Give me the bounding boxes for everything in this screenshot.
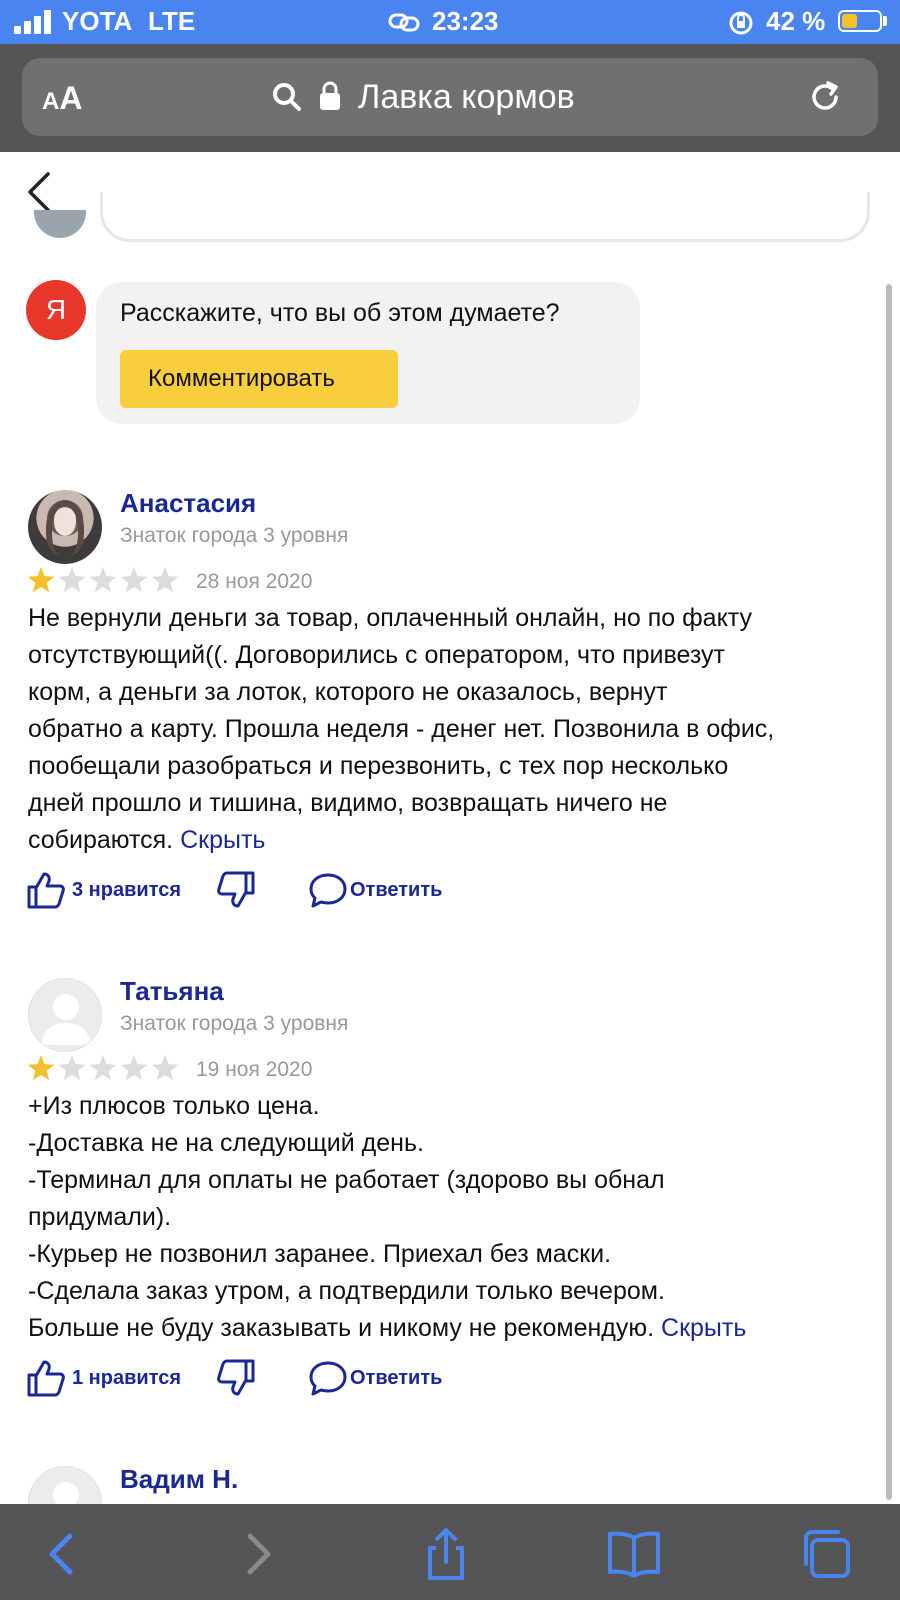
link-icon [388, 13, 420, 32]
speech-bubble-icon [309, 873, 347, 908]
previous-avatar-fragment [34, 210, 86, 238]
reply-button[interactable]: Ответить [308, 1356, 458, 1400]
comment-prompt-question: Расскажите, что вы об этом думаете? [120, 299, 560, 327]
thumbs-down-icon [217, 1359, 255, 1396]
lock-icon [320, 81, 340, 110]
text-size-small-a: A [42, 88, 60, 115]
dislike-button[interactable] [216, 868, 258, 912]
browser-toolbar [0, 1504, 900, 1600]
browser-address-bar: AA Лавка кормов [0, 44, 900, 152]
carrier-name: YOTA [62, 6, 133, 36]
review-text-line: +Из плюсов только цена. [28, 1092, 320, 1120]
review-text-line: обратно а карту. Прошла неделя - денег н… [28, 715, 775, 743]
battery-icon [838, 10, 882, 32]
hide-review-link[interactable]: Скрыть [661, 1314, 746, 1342]
back-chevron-icon[interactable] [24, 170, 54, 214]
star-empty-icon [151, 567, 179, 593]
review-text-line: -Терминал для оплаты не работает (здоров… [28, 1166, 665, 1194]
review-text-line: Не вернули деньги за товар, оплаченный о… [28, 604, 753, 632]
signal-icon [14, 10, 51, 34]
star-empty-icon [89, 567, 117, 593]
star-filled-icon [27, 567, 55, 593]
default-user-icon [53, 1482, 79, 1504]
reload-icon[interactable] [806, 78, 844, 116]
search-icon [273, 83, 301, 111]
url-field[interactable]: AA Лавка кормов [22, 58, 878, 136]
review-text-line: собираются. [28, 826, 174, 854]
site-title: Лавка кормов [358, 78, 575, 116]
review-author[interactable]: Вадим Н. [120, 1464, 238, 1495]
avatar[interactable] [28, 1466, 102, 1504]
comment-button[interactable]: Комментировать [120, 350, 398, 408]
back-arrow-icon[interactable] [36, 1526, 92, 1582]
review-text: Не вернули деньги за товар, оплаченный о… [28, 600, 878, 859]
like-count: 3 нравится [72, 879, 182, 901]
review-text-line: корм, а деньги за лоток, которого не ока… [28, 678, 668, 706]
comment-button-label: Комментировать [148, 365, 335, 392]
thumbs-up-icon [27, 1360, 65, 1397]
like-button[interactable]: 1 нравится [26, 1356, 194, 1400]
thumbs-down-icon [217, 871, 255, 908]
review-text-line: отсутствующий((. Договорились с оператор… [28, 641, 725, 669]
clock: 23:23 [432, 6, 499, 36]
review-text-line: дней прошло и тишина, видимо, возвращать… [28, 789, 668, 817]
reply-label: Ответить [350, 879, 443, 901]
star-empty-icon [151, 1055, 179, 1081]
review-author[interactable]: Татьяна [120, 976, 224, 1007]
scrollbar[interactable] [886, 284, 892, 1500]
review-text-line: придумали). [28, 1203, 172, 1231]
star-empty-icon [58, 567, 86, 593]
star-empty-icon [89, 1055, 117, 1081]
previous-comment-fragment [100, 192, 870, 242]
star-filled-icon [27, 1055, 55, 1081]
review-text-line: -Сделала заказ утром, а подтвердили толь… [28, 1277, 665, 1305]
like-button[interactable]: 3 нравится [26, 868, 194, 912]
text-size-button[interactable]: AA [42, 80, 82, 117]
avatar[interactable] [28, 978, 102, 1052]
review-date: 19 ноя 2020 [196, 1058, 313, 1081]
default-user-icon [41, 994, 91, 1045]
star-empty-icon [120, 567, 148, 593]
orientation-lock-icon [729, 11, 753, 35]
review-text-line: -Курьер не позвонил заранее. Приехал без… [28, 1240, 612, 1268]
tabs-icon[interactable] [798, 1526, 854, 1582]
battery-percent: 42 % [766, 6, 826, 36]
reply-button[interactable]: Ответить [308, 868, 458, 912]
yandex-logo: Я [26, 280, 86, 340]
bookmarks-icon[interactable] [606, 1526, 662, 1582]
review-date: 28 ноя 2020 [196, 570, 313, 593]
review-text: +Из плюсов только цена. -Доставка не на … [28, 1088, 878, 1347]
thumbs-up-icon [27, 872, 65, 909]
review-author[interactable]: Анастасия [120, 488, 256, 519]
review-text-line: Больше не буду заказывать и никому не ре… [28, 1314, 655, 1342]
star-empty-icon [58, 1055, 86, 1081]
text-size-large-a: A [59, 80, 83, 116]
review-text-line: пообещали разобраться и перезвонить, с т… [28, 752, 729, 780]
battery-tip [883, 16, 887, 26]
review-author-level: Знаток города 3 уровня [120, 1012, 349, 1035]
network-type: LTE [148, 6, 196, 36]
reply-label: Ответить [350, 1367, 443, 1389]
forward-arrow-icon[interactable] [228, 1526, 284, 1582]
review-text-line: -Доставка не на следующий день. [28, 1129, 424, 1157]
dislike-button[interactable] [216, 1356, 258, 1400]
status-bar: YOTA LTE 23:23 42 % [0, 0, 900, 44]
review-author-level: Знаток города 3 уровня [120, 524, 349, 547]
star-empty-icon [120, 1055, 148, 1081]
share-icon[interactable] [418, 1526, 474, 1582]
avatar[interactable] [28, 490, 102, 564]
rating-stars [27, 1055, 179, 1081]
page-content: Я Расскажите, что вы об этом думаете? Ко… [0, 152, 900, 1504]
hide-review-link[interactable]: Скрыть [180, 826, 265, 854]
avatar-hair [46, 500, 84, 556]
like-count: 1 нравится [72, 1367, 182, 1389]
battery-level [842, 14, 857, 28]
rating-stars [27, 567, 179, 593]
speech-bubble-icon [309, 1361, 347, 1396]
